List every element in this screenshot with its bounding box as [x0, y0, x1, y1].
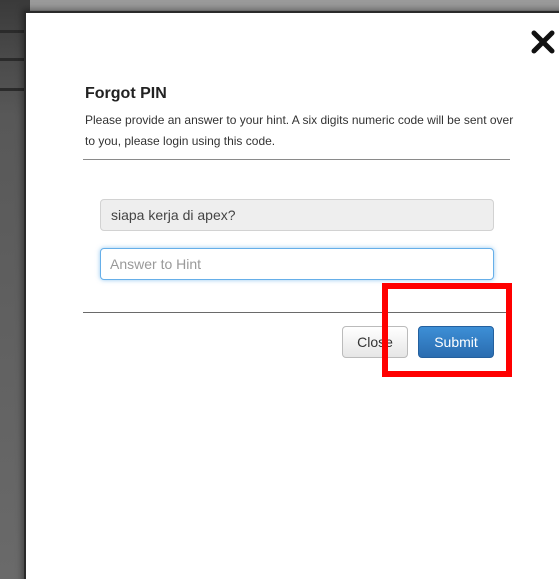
backdrop-strip	[0, 88, 24, 91]
dialog-description: Please provide an answer to your hint. A…	[85, 113, 514, 148]
hint-question-field: siapa kerja di apex?	[100, 199, 494, 231]
backdrop-strip	[0, 30, 24, 33]
divider-bottom	[83, 312, 510, 313]
backdrop-top	[0, 0, 559, 10]
answer-input[interactable]	[100, 248, 494, 280]
close-button[interactable]: Close	[342, 326, 408, 358]
close-x-icon[interactable]	[530, 29, 556, 55]
divider-top	[83, 159, 510, 160]
dialog-title: Forgot PIN	[85, 85, 167, 102]
submit-button[interactable]: Submit	[418, 326, 494, 358]
backdrop-strip	[0, 58, 24, 61]
forgot-pin-dialog: Forgot PIN Please provide an answer to y…	[24, 11, 559, 579]
